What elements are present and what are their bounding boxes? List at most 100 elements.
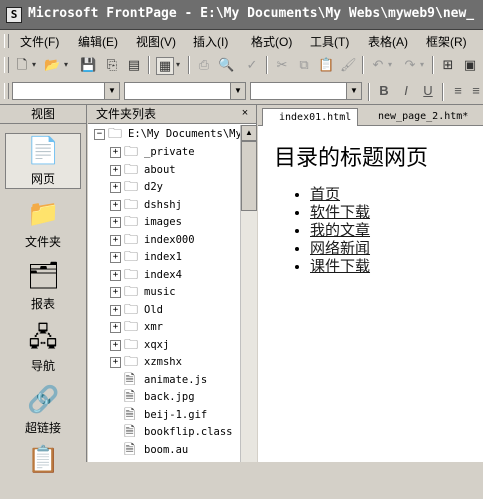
- close-icon[interactable]: ×: [238, 107, 252, 120]
- tree-folder-row[interactable]: + 🗀 about: [110, 161, 240, 179]
- tree-folder-row[interactable]: + 🗀 index4: [110, 266, 240, 284]
- paste-icon[interactable]: 📋: [318, 57, 334, 73]
- spelling-icon[interactable]: ✓: [244, 57, 260, 73]
- expand-icon[interactable]: +: [110, 234, 121, 246]
- undo-dropdown-icon[interactable]: ▾: [386, 57, 394, 73]
- link-home[interactable]: 首页: [310, 186, 340, 203]
- tree-folder-row[interactable]: + 🗀 d2y: [110, 178, 240, 196]
- tree-folder-row[interactable]: + 🗀 _private: [110, 143, 240, 161]
- view-folders-button[interactable]: 📁 文件夹: [5, 197, 81, 253]
- tree-item-label: index000: [144, 233, 195, 246]
- tree-folder-row[interactable]: + 🗀 index1: [110, 248, 240, 266]
- copy-icon[interactable]: ⧉: [296, 57, 312, 73]
- tree-file-row[interactable]: 🗎 boom.au: [110, 441, 240, 459]
- open-folder-icon[interactable]: 📂: [44, 57, 60, 73]
- scrollbar-thumb[interactable]: [241, 141, 257, 211]
- view-page-button[interactable]: 📄 网页: [5, 133, 81, 189]
- folder-list-icon[interactable]: ▤: [126, 57, 142, 73]
- new-page-icon[interactable]: 🗋: [14, 57, 30, 73]
- expand-icon[interactable]: +: [110, 199, 121, 211]
- tree-file-row[interactable]: 🗎 bookflip.class: [110, 423, 240, 441]
- chevron-down-icon[interactable]: ▼: [230, 83, 245, 99]
- tree-item-label: bookflip.class: [144, 426, 233, 438]
- tree-folder-row[interactable]: + 🗀 xzmshx: [110, 353, 240, 371]
- preview-icon[interactable]: 🔍: [218, 57, 234, 73]
- expand-icon[interactable]: +: [110, 269, 121, 281]
- view-navigation-button[interactable]: 🖧 导航: [5, 321, 81, 377]
- italic-button[interactable]: I: [398, 83, 414, 99]
- menu-file[interactable]: 文件(F): [20, 33, 59, 50]
- expand-icon[interactable]: +: [110, 304, 121, 316]
- align-left-icon[interactable]: ≡: [450, 83, 466, 99]
- collapse-icon[interactable]: −: [94, 129, 105, 140]
- expand-icon[interactable]: +: [110, 322, 121, 333]
- tree-file-row[interactable]: 🗎 animate.js: [110, 371, 240, 389]
- link-list: 首页 软件下载 我的文章 网络新闻 课件下载: [288, 186, 370, 276]
- tab-index01[interactable]: index01.html: [262, 108, 359, 126]
- tab-new-page-2[interactable]: new_page_2.htm*: [362, 108, 474, 125]
- font-select[interactable]: ▼: [124, 82, 246, 100]
- tree-folder-row[interactable]: + 🗀 xqxj: [110, 336, 240, 354]
- tree-folder-row[interactable]: + 🗀 images: [110, 213, 240, 231]
- format-painter-icon[interactable]: 🖌: [340, 57, 357, 73]
- expand-icon[interactable]: +: [110, 182, 121, 193]
- tree-folder-row[interactable]: + 🗀 xmr: [110, 318, 240, 336]
- toolbar-grip: [4, 83, 9, 99]
- menu-table[interactable]: 表格(A): [368, 33, 408, 50]
- font-size-select[interactable]: ▼: [250, 82, 362, 100]
- tree-file-row[interactable]: 🗎 beij-1.gif: [110, 406, 240, 424]
- tree-item-label: dshshj: [144, 198, 182, 211]
- view-hyperlinks-button[interactable]: 🔗 超链接: [5, 383, 81, 439]
- tree-folder-row[interactable]: + 🗀 index000: [110, 231, 240, 249]
- expand-icon[interactable]: +: [110, 147, 121, 158]
- underline-button[interactable]: U: [420, 83, 436, 99]
- tree-folder-row[interactable]: + 🗀 music: [110, 283, 240, 301]
- scroll-up-icon[interactable]: ▲: [241, 125, 257, 141]
- view-tasks-button[interactable]: 📋: [5, 443, 81, 499]
- expand-icon[interactable]: +: [110, 357, 121, 368]
- style-select[interactable]: ▼: [12, 82, 120, 100]
- cut-icon[interactable]: ✂: [274, 57, 290, 73]
- link-news[interactable]: 网络新闻: [310, 240, 370, 257]
- redo-dropdown-icon[interactable]: ▾: [418, 57, 426, 73]
- menu-tools[interactable]: 工具(T): [310, 33, 349, 50]
- undo-icon[interactable]: ↶: [370, 57, 386, 73]
- menu-format[interactable]: 格式(O): [251, 33, 292, 50]
- folder-scrollbar[interactable]: ▲: [240, 125, 257, 462]
- expand-icon[interactable]: +: [110, 217, 121, 228]
- chevron-down-icon[interactable]: ▼: [346, 83, 361, 99]
- menu-insert[interactable]: 插入(I): [193, 33, 228, 50]
- web-component-icon[interactable]: ▦: [156, 57, 174, 75]
- menu-edit[interactable]: 编辑(E): [78, 33, 118, 50]
- expand-icon[interactable]: +: [110, 252, 121, 263]
- component-dropdown-icon[interactable]: ▾: [174, 57, 182, 73]
- link-articles[interactable]: 我的文章: [310, 222, 370, 239]
- expand-icon[interactable]: +: [110, 339, 121, 351]
- tree-folder-row[interactable]: + 🗀 dshshj: [110, 196, 240, 214]
- bold-button[interactable]: B: [376, 83, 392, 99]
- link-courseware[interactable]: 课件下载: [310, 258, 370, 275]
- expand-icon[interactable]: +: [110, 287, 121, 298]
- menu-frames[interactable]: 框架(R): [426, 33, 467, 50]
- publish-icon[interactable]: ⎘: [104, 57, 120, 73]
- save-icon[interactable]: 💾: [80, 57, 96, 73]
- insert-picture-icon[interactable]: ▣: [462, 57, 478, 73]
- tree-folder-row[interactable]: + 🗀 Old: [110, 301, 240, 319]
- page-editor[interactable]: 目录的标题网页 首页 软件下载 我的文章 网络新闻 课件下载: [258, 126, 483, 462]
- insert-table-icon[interactable]: ⊞: [440, 57, 456, 73]
- view-reports-button[interactable]: 🗂 报表: [5, 259, 81, 315]
- menu-view[interactable]: 视图(V): [136, 33, 176, 50]
- link-software[interactable]: 软件下载: [310, 204, 370, 221]
- app-icon[interactable]: S: [6, 7, 22, 23]
- chevron-down-icon[interactable]: ▼: [104, 83, 119, 99]
- expand-icon[interactable]: +: [110, 164, 121, 176]
- window-title: Microsoft FrontPage - E:\My Documents\My…: [28, 6, 475, 21]
- tree-file-row[interactable]: 🗎 back.jpg: [110, 388, 240, 406]
- tree-item-label: d2y: [144, 181, 163, 193]
- open-dropdown-icon[interactable]: ▾: [62, 57, 70, 73]
- new-dropdown-icon[interactable]: ▾: [30, 57, 38, 73]
- redo-icon[interactable]: ↷: [402, 57, 418, 73]
- align-center-icon[interactable]: ≡: [468, 83, 483, 99]
- tree-root[interactable]: − 🗀 E:\My Documents\My: [94, 125, 240, 143]
- print-icon[interactable]: ⎙: [196, 57, 212, 73]
